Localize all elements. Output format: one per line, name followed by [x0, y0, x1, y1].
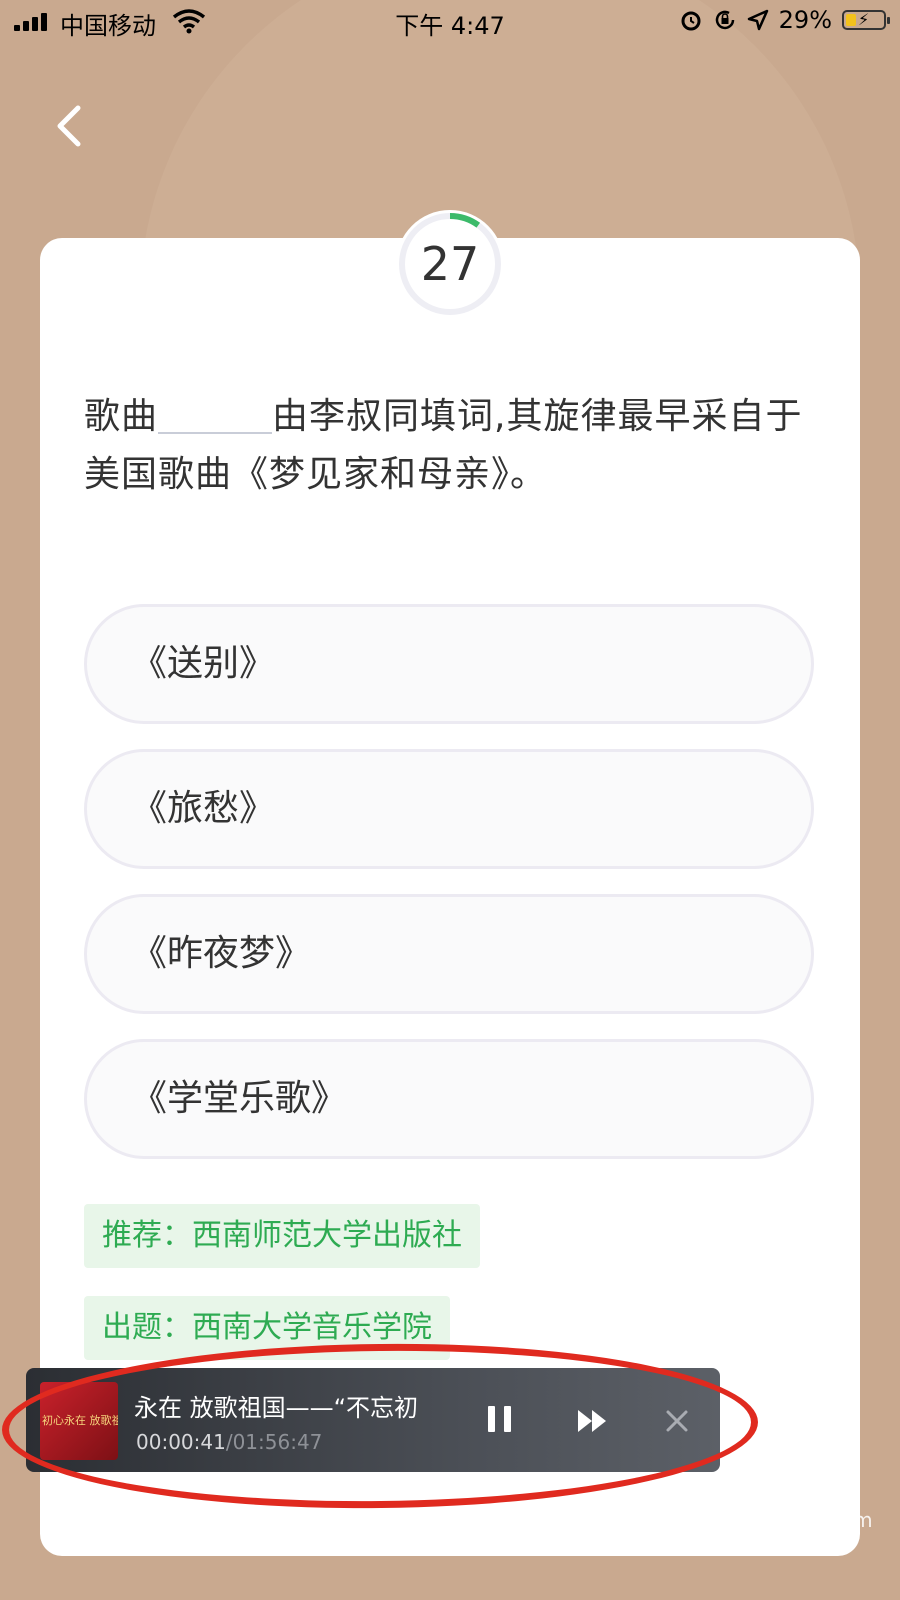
battery-icon: ⚡	[842, 10, 890, 30]
back-button[interactable]	[48, 100, 98, 150]
option-3-button[interactable]: 《昨夜梦》	[84, 894, 814, 1014]
battery-percentage: 29%	[778, 6, 832, 34]
option-label: 《旅愁》	[131, 788, 276, 829]
recommend-tag: 推荐：西南师范大学出版社	[84, 1204, 480, 1268]
question-text: 歌曲 由李叔同填词,其旋律最早采自于美国歌曲《梦见家和母亲》。	[84, 388, 824, 504]
option-2-button[interactable]: 《旅愁》	[84, 749, 814, 869]
option-1-button[interactable]: 《送别》	[84, 604, 814, 724]
countdown-timer: 27	[396, 210, 504, 318]
location-icon	[747, 9, 768, 31]
status-bar: 中国移动 下午 4:47 29% ⚡	[0, 0, 900, 44]
alarm-icon	[681, 11, 701, 31]
option-label: 《学堂乐歌》	[131, 1078, 348, 1119]
timer-value: 27	[420, 237, 480, 291]
answer-blank	[158, 390, 273, 434]
watermark-url: jingyan.baidu.com	[688, 1508, 873, 1532]
option-4-button[interactable]: 《学堂乐歌》	[84, 1039, 814, 1159]
rotation-lock-icon	[715, 10, 734, 30]
question-prefix: 歌曲	[84, 396, 159, 437]
option-label: 《送别》	[131, 643, 276, 684]
option-label: 《昨夜梦》	[131, 933, 312, 974]
